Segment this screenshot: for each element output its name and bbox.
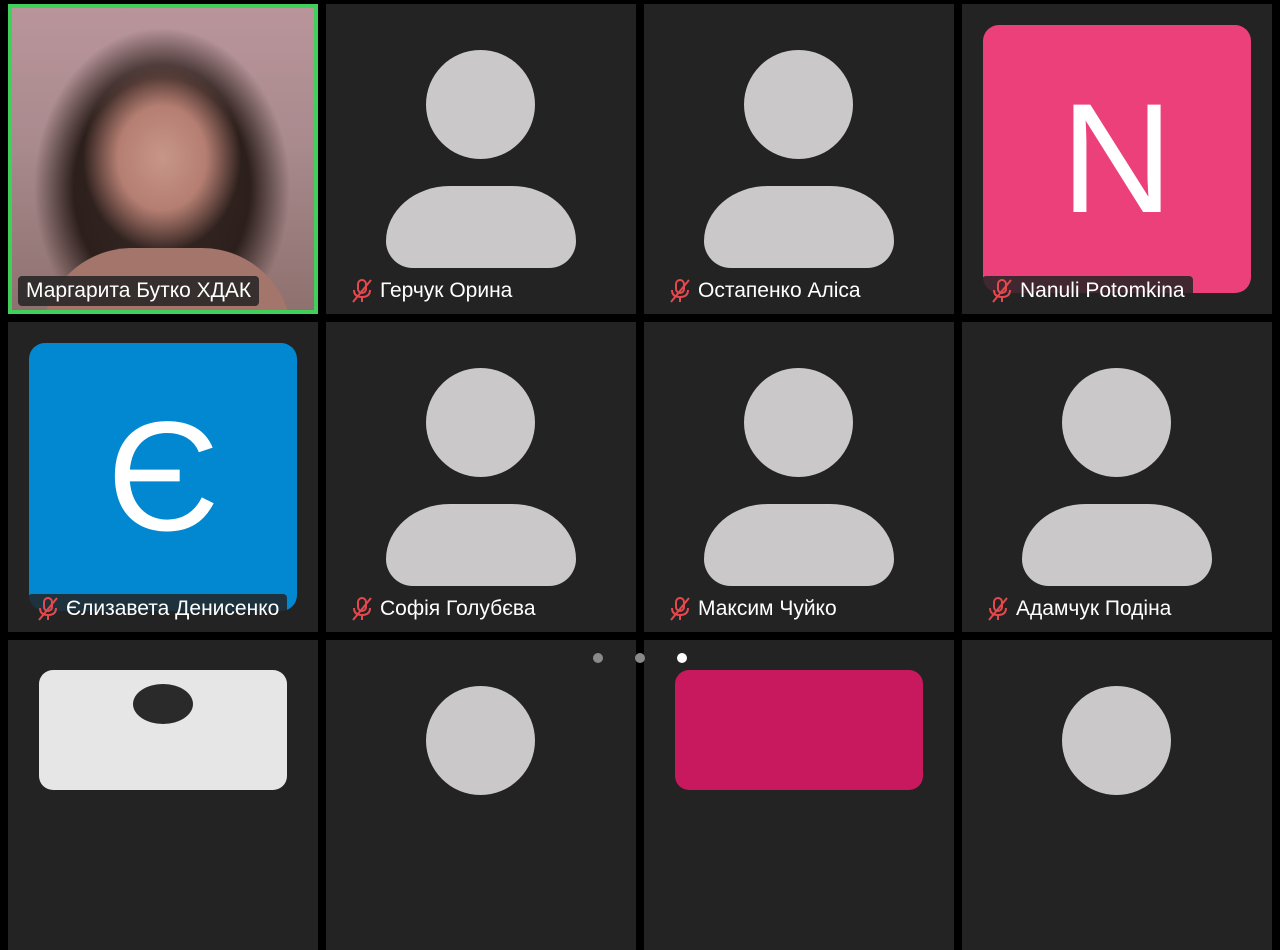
- avatar-body-icon: [704, 504, 894, 586]
- avatar-head-icon: [744, 50, 853, 159]
- avatar-body-icon: [386, 186, 576, 268]
- participant-tile[interactable]: Адамчук Подіна: [962, 322, 1272, 632]
- avatar-head-icon: [744, 368, 853, 477]
- letter-avatar: N: [983, 25, 1251, 293]
- participant-tile-partial[interactable]: [326, 640, 636, 950]
- participant-name-tag: Остапенко Аліса: [664, 276, 869, 306]
- page-dot-current[interactable]: [677, 653, 687, 663]
- participant-name-tag: Софія Голубєва: [346, 594, 544, 624]
- participant-tile-partial[interactable]: [644, 640, 954, 950]
- participant-name-tag: Адамчук Подіна: [982, 594, 1179, 624]
- participant-name-tag: Герчук Орина: [346, 276, 520, 306]
- participant-name-tag: Єлизавета Денисенко: [28, 594, 288, 624]
- avatar-head-icon: [426, 368, 535, 477]
- participant-tile[interactable]: Остапенко Аліса: [644, 4, 954, 314]
- participant-tile-partial[interactable]: [8, 640, 318, 950]
- participant-name-tag: Максим Чуйко: [664, 594, 845, 624]
- mic-off-icon: [352, 597, 372, 621]
- mic-off-icon: [992, 279, 1012, 303]
- participant-name: Nanuli Potomkina: [1020, 279, 1185, 302]
- mic-off-icon: [352, 279, 372, 303]
- participant-name-tag: Маргарита Бутко ХДАК: [18, 276, 260, 306]
- letter-avatar-partial: [675, 670, 923, 790]
- mic-off-icon: [670, 597, 690, 621]
- avatar-body-icon: [1022, 504, 1212, 586]
- participant-tile[interactable]: Є Єлизавета Денисенко: [8, 322, 318, 632]
- avatar-head-icon: [426, 50, 535, 159]
- participant-name: Адамчук Подіна: [1016, 597, 1172, 620]
- participant-name-tag: Nanuli Potomkina: [982, 276, 1193, 306]
- avatar-photo-hair: [133, 684, 193, 724]
- avatar-body-icon: [704, 186, 894, 268]
- participant-tile[interactable]: N Nanuli Potomkina: [962, 4, 1272, 314]
- participant-name: Герчук Орина: [380, 279, 513, 302]
- participant-tile[interactable]: Герчук Орина: [326, 4, 636, 314]
- page-dot[interactable]: [593, 653, 603, 663]
- participant-name: Софія Голубєва: [380, 597, 536, 620]
- mic-off-icon: [670, 279, 690, 303]
- participant-tile[interactable]: Максим Чуйко: [644, 322, 954, 632]
- avatar-head-icon: [1062, 368, 1171, 477]
- avatar-head-icon: [1062, 686, 1171, 795]
- mic-off-icon: [38, 597, 58, 621]
- avatar-body-icon: [386, 504, 576, 586]
- page-indicator: [593, 653, 719, 663]
- participant-name: Єлизавета Денисенко: [66, 597, 280, 620]
- participant-tile[interactable]: Софія Голубєва: [326, 322, 636, 632]
- participant-name: Остапенко Аліса: [698, 279, 861, 302]
- page-dot[interactable]: [635, 653, 645, 663]
- mic-off-icon: [988, 597, 1008, 621]
- participant-name: Маргарита Бутко ХДАК: [26, 279, 252, 302]
- participant-tile-partial[interactable]: [962, 640, 1272, 950]
- participant-name: Максим Чуйко: [698, 597, 837, 620]
- participant-tile-video[interactable]: Маргарита Бутко ХДАК: [8, 4, 318, 314]
- avatar-head-icon: [426, 686, 535, 795]
- letter-avatar: Є: [29, 343, 297, 611]
